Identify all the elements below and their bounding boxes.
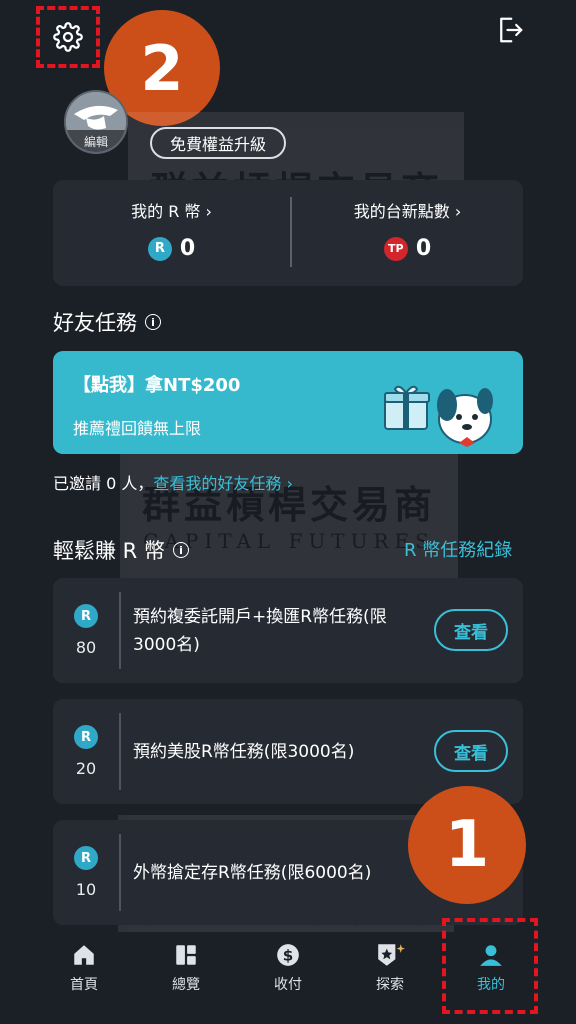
nav-explore[interactable]: 探索 [342, 942, 438, 1012]
nav-label: 收付 [274, 977, 302, 993]
watermark: 群益槓桿交易商 CAPITAL FUTURES [120, 438, 458, 588]
task-title: 預約美股R幣任務(限3000名) [133, 741, 355, 762]
r-coin-balance[interactable]: 我的 R 幣 › R 0 [53, 198, 290, 261]
tp-points-icon: TP [383, 236, 408, 261]
r-coin-icon: R [74, 846, 98, 870]
r-coin-icon: R [147, 236, 172, 261]
avatar[interactable]: 編輯 [64, 90, 128, 154]
r-coin-task-log-link[interactable]: R 幣任務紀錄 [404, 536, 512, 562]
task-card[interactable]: R 80 預約複委託開戶+換匯R幣任務(限3000名) 查看 [53, 578, 523, 683]
nav-home[interactable]: 首頁 [36, 942, 132, 1012]
r-coin-icon: R [74, 604, 98, 628]
points-value: 0 [415, 236, 432, 261]
step-1-badge: 1 [408, 786, 526, 904]
nav-overview[interactable]: 總覽 [138, 942, 234, 1012]
points-balance[interactable]: 我的台新點數 › TP 0 [292, 198, 523, 261]
promo-subtitle: 推薦禮回饋無上限 [73, 419, 202, 438]
task-reward-amount: 20 [75, 759, 97, 778]
view-task-button[interactable]: 查看 [434, 730, 508, 772]
invite-status: 已邀請 0 人，查看我的好友任務 › [53, 470, 293, 494]
info-icon[interactable]: i [145, 314, 161, 330]
earn-title-text: 輕鬆賺 R 幣 [53, 539, 165, 563]
highlight-box [442, 918, 538, 1014]
explore-icon [378, 944, 405, 966]
friends-title-text: 好友任務 [53, 311, 137, 335]
home-icon [74, 945, 94, 965]
r-coin-icon: R [74, 725, 98, 749]
task-reward-amount: 10 [75, 880, 97, 899]
dog-gift-illustration [384, 385, 493, 447]
settings-button[interactable] [36, 6, 100, 68]
logout-icon [500, 17, 523, 43]
r-coin-value: 0 [179, 236, 196, 261]
task-divider [119, 713, 121, 790]
view-task-button[interactable]: 查看 [434, 609, 508, 651]
friend-tasks-link[interactable]: 查看我的好友任務 › [153, 474, 293, 493]
promo-title: 【點我】拿NT$200 [73, 375, 241, 396]
friends-section-title: 好友任務 i [53, 307, 161, 337]
info-icon[interactable]: i [172, 542, 189, 558]
svg-text:$: $ [283, 946, 294, 964]
logout-button[interactable] [490, 10, 530, 50]
nav-label: 首頁 [70, 977, 98, 993]
dollar-icon: $ [277, 944, 299, 966]
invite-count-text: 已邀請 0 人， [53, 474, 154, 493]
task-title: 預約複委託開戶+換匯R幣任務(限3000名) [133, 606, 387, 655]
points-title[interactable]: 我的台新點數 › [354, 198, 462, 222]
referral-promo-banner[interactable]: 【點我】拿NT$200 推薦禮回饋無上限 [53, 351, 523, 454]
upgrade-button[interactable]: 免費權益升級 [150, 127, 286, 159]
r-coin-title[interactable]: 我的 R 幣 › [131, 198, 212, 222]
task-title: 外幣搶定存R幣任務(限6000名) [133, 862, 372, 883]
nav-payments[interactable]: $ 收付 [240, 942, 336, 1012]
gear-icon [53, 22, 83, 52]
overview-icon [176, 945, 196, 965]
task-divider [119, 834, 121, 911]
task-divider [119, 592, 121, 669]
avatar-edit-label[interactable]: 編輯 [66, 130, 126, 152]
task-reward-amount: 80 [75, 638, 97, 657]
nav-label: 總覽 [172, 977, 200, 993]
earn-section-title: 輕鬆賺 R 幣 i [53, 535, 189, 565]
nav-label: 探索 [376, 977, 404, 993]
